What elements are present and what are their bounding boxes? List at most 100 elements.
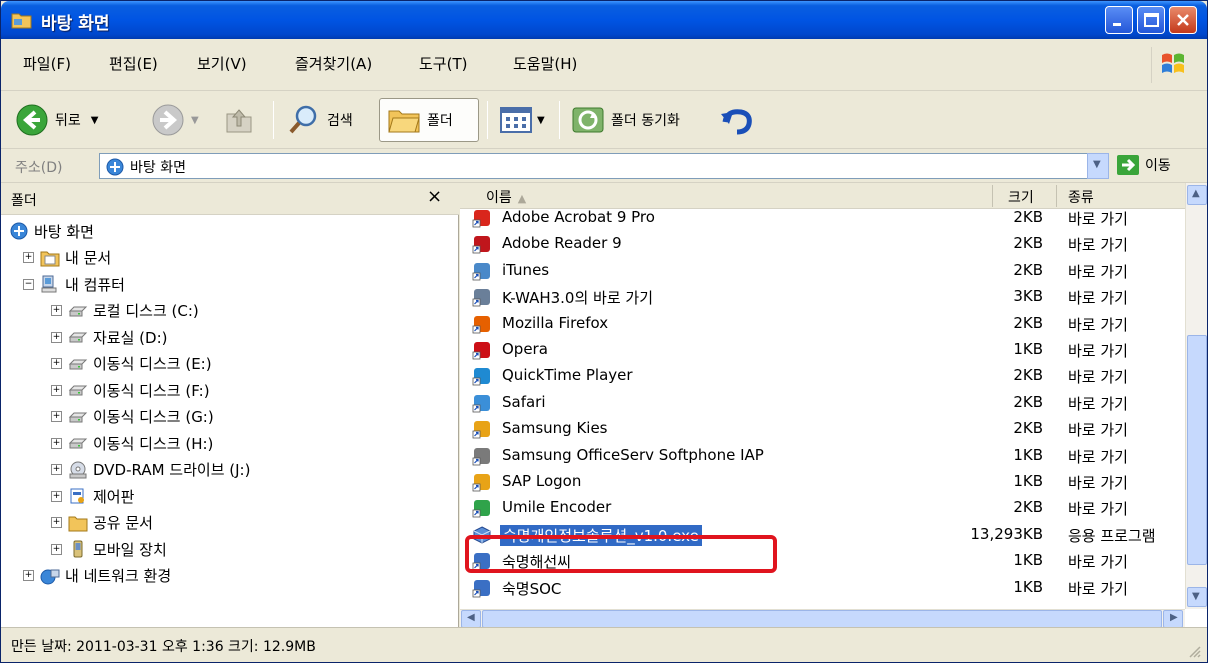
menu-help[interactable]: 도움말(H) <box>513 53 577 74</box>
file-row[interactable]: Mozilla Firefox 2KB 바로 가기 <box>460 311 1185 337</box>
file-row[interactable]: Adobe Reader 9 2KB 바로 가기 <box>460 231 1185 257</box>
tree-item[interactable]: + 내 문서 <box>23 246 111 270</box>
file-row[interactable]: Adobe Acrobat 9 Pro 2KB 바로 가기 <box>460 209 1185 231</box>
file-row[interactable]: Opera 1KB 바로 가기 <box>460 337 1185 363</box>
file-type: 바로 가기 <box>1068 421 1128 440</box>
tree-item[interactable]: + 이동식 디스크 (F:) <box>51 378 210 402</box>
tree-item[interactable]: + 이동식 디스크 (H:) <box>51 431 213 455</box>
resize-grip-icon[interactable] <box>1187 644 1201 658</box>
horizontal-scrollbar[interactable]: ◀ ▶ <box>460 609 1185 628</box>
tree-item[interactable]: − 내 컴퓨터 <box>23 272 125 296</box>
file-row[interactable]: Umile Encoder 2KB 바로 가기 <box>460 495 1185 521</box>
file-row[interactable]: Safari 2KB 바로 가기 <box>460 390 1185 416</box>
go-button[interactable]: 이동 <box>1117 155 1171 175</box>
forward-button[interactable]: ▼ <box>151 91 199 149</box>
column-divider[interactable] <box>1056 185 1057 207</box>
undo-button[interactable] <box>719 91 753 149</box>
menu-view[interactable]: 보기(V) <box>197 53 247 74</box>
expand-icon[interactable]: + <box>23 252 34 263</box>
file-name: Samsung Kies <box>502 419 608 438</box>
chevron-down-icon: ▼ <box>1192 591 1200 602</box>
scroll-left-button[interactable]: ◀ <box>461 610 481 628</box>
tree-item-label: 이동식 디스크 (G:) <box>93 408 214 426</box>
address-input[interactable]: 바탕 화면 <box>99 153 1099 179</box>
tree-item[interactable]: + 내 네트워크 환경 <box>23 564 171 588</box>
tree-item[interactable]: + 공유 문서 <box>51 511 153 535</box>
softphone-icon <box>472 446 492 466</box>
tree-item[interactable]: + 자료실 (D:) <box>51 325 167 349</box>
title-bar[interactable]: 바탕 화면 <box>1 1 1207 39</box>
expand-icon[interactable]: + <box>51 517 62 528</box>
column-name[interactable]: 이름 ▲ <box>486 187 526 207</box>
horizontal-scroll-thumb[interactable] <box>482 610 1162 628</box>
tree-item[interactable]: 바탕 화면 <box>9 219 94 243</box>
expand-icon[interactable]: + <box>51 490 62 502</box>
column-type[interactable]: 종류 <box>1068 187 1094 207</box>
file-name: 숙명SOC <box>502 579 562 598</box>
sort-ascending-icon: ▲ <box>517 192 527 205</box>
search-button[interactable]: 검색 <box>287 91 353 149</box>
scroll-right-button[interactable]: ▶ <box>1163 610 1183 628</box>
samsung-kies-icon <box>472 419 492 439</box>
expand-icon[interactable]: + <box>51 411 62 422</box>
tree-item[interactable]: + 로컬 디스크 (C:) <box>51 299 199 323</box>
status-bar: 만든 날짜: 2011-03-31 오후 1:36 크기: 12.9MB <box>1 627 1207 662</box>
file-row[interactable]: SAP Logon 1KB 바로 가기 <box>460 469 1185 495</box>
tree-item[interactable]: + 모바일 장치 <box>51 537 167 561</box>
menu-tools[interactable]: 도구(T) <box>419 53 467 74</box>
search-label: 검색 <box>327 113 353 129</box>
expand-icon[interactable]: + <box>51 384 62 396</box>
my-computer-icon <box>40 275 60 293</box>
menu-edit[interactable]: 편집(E) <box>109 53 158 74</box>
menu-favorites[interactable]: 즐겨찾기(A) <box>295 53 372 74</box>
minimize-button[interactable] <box>1105 6 1133 34</box>
back-label: 뒤로 <box>55 113 81 129</box>
safari-icon <box>472 393 492 413</box>
address-bar: 주소(D) 바탕 화면 ▼ 이동 <box>1 149 1207 183</box>
file-type: 바로 가기 <box>1068 289 1128 308</box>
folder-pane: 폴더 × 바탕 화면 + 내 문서 − 내 컴퓨터 + 로컬 디스크 (C:) + 자료실 (D… <box>1 183 459 627</box>
views-button[interactable]: ▼ <box>499 91 545 149</box>
file-row[interactable]: QuickTime Player 2KB 바로 가기 <box>460 363 1185 389</box>
file-row[interactable]: iTunes 2KB 바로 가기 <box>460 258 1185 284</box>
menu-file[interactable]: 파일(F) <box>23 53 71 74</box>
column-divider[interactable] <box>992 185 993 207</box>
expand-icon[interactable]: + <box>23 570 34 581</box>
vertical-scroll-thumb[interactable] <box>1187 335 1207 565</box>
close-button[interactable] <box>1169 6 1197 34</box>
chevron-down-icon: ▼ <box>537 114 545 126</box>
expand-icon[interactable]: + <box>51 437 62 449</box>
chevron-right-icon: ▶ <box>1170 612 1178 623</box>
file-row[interactable]: Samsung Kies 2KB 바로 가기 <box>460 416 1185 442</box>
file-row[interactable]: 숙명SOC 1KB 바로 가기 <box>460 575 1185 601</box>
folder-pane-close-button[interactable]: × <box>427 186 442 207</box>
tree-item[interactable]: + 이동식 디스크 (E:) <box>51 352 212 376</box>
file-row[interactable]: Samsung OfficeServ Softphone IAP 1KB 바로 가기 <box>460 443 1185 469</box>
expand-icon[interactable]: + <box>51 331 62 343</box>
vertical-scrollbar[interactable]: ▲ ▼ <box>1185 183 1207 609</box>
collapse-icon[interactable]: − <box>23 278 34 290</box>
scroll-up-button[interactable]: ▲ <box>1187 185 1207 205</box>
tree-item[interactable]: + 제어판 <box>51 484 134 508</box>
column-size[interactable]: 크기 <box>1008 187 1034 207</box>
expand-icon[interactable]: + <box>51 543 62 555</box>
maximize-button[interactable] <box>1137 6 1165 34</box>
file-row[interactable]: K-WAH3.0의 바로 가기 3KB 바로 가기 <box>460 284 1185 310</box>
folder-sync-button[interactable]: 폴더 동기화 <box>571 91 680 149</box>
folders-button[interactable]: 폴더 <box>387 91 453 149</box>
tree-item[interactable]: + 이동식 디스크 (G:) <box>51 405 214 429</box>
up-folder-button[interactable] <box>223 91 255 149</box>
opera-icon <box>472 340 492 360</box>
expand-icon[interactable]: + <box>51 305 62 316</box>
scroll-down-button[interactable]: ▼ <box>1187 587 1207 607</box>
address-dropdown-button[interactable]: ▼ <box>1087 153 1109 179</box>
expand-icon[interactable]: + <box>51 358 62 369</box>
mobile-device-icon <box>68 540 88 558</box>
quicktime-icon <box>472 366 492 386</box>
tree-item[interactable]: + DVD-RAM 드라이브 (J:) <box>51 458 250 482</box>
undo-icon <box>721 109 752 135</box>
expand-icon[interactable]: + <box>51 464 62 475</box>
folder-pane-title: 폴더 <box>11 193 37 209</box>
back-button[interactable]: 뒤로 ▼ <box>15 91 98 149</box>
file-size: 2KB <box>1013 209 1043 226</box>
